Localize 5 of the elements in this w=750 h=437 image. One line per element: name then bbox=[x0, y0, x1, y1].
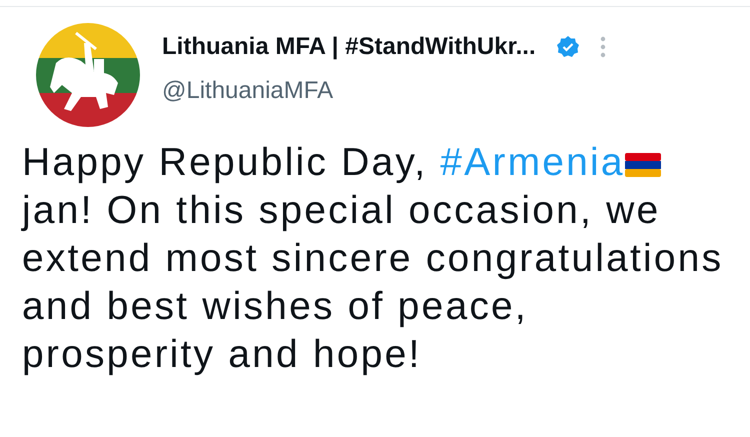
tweet-text: Happy Republic Day, #Armenia jan! On this special occasion, we extend most sincere congratulations and best wishes of peace, prosperity and hope! bbox=[22, 140, 724, 378]
coat-of-arms-avatar[interactable] bbox=[36, 23, 140, 127]
account-name[interactable]: Lithuania MFA | #StandWithUkr... bbox=[162, 33, 536, 61]
flag-icon bbox=[624, 153, 661, 177]
account-handle[interactable]: @LithuaniaMFA bbox=[162, 77, 334, 105]
